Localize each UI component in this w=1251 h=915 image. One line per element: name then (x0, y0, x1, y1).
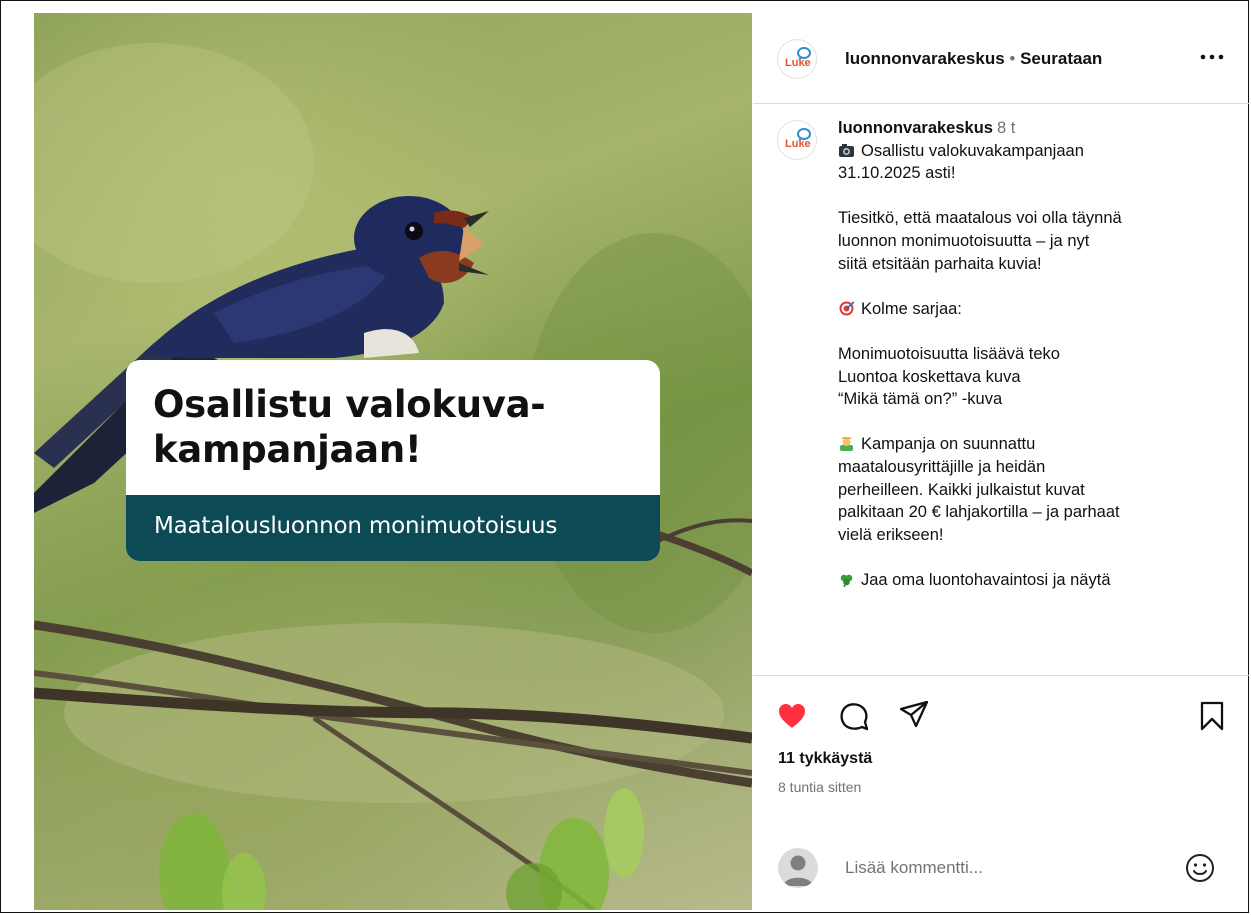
follow-status-button[interactable]: Seurataan (1020, 49, 1102, 68)
comment-input[interactable] (845, 855, 1145, 881)
clover-emoji-icon (840, 574, 853, 587)
scrollbar[interactable] (1227, 104, 1249, 675)
caption-line-text: Monimuotoisuutta lisäävä teko (838, 344, 1060, 363)
caption-scroll-area[interactable]: Luke luonnonvarakeskus 8 t Osallistu valo… (753, 104, 1249, 675)
likes-count[interactable]: 11 tykkäystä (778, 750, 872, 768)
image-subtitle: Maatalousluonnon monimuotoisuus (154, 513, 558, 539)
caption-gap (838, 185, 1210, 208)
svg-text:Luke: Luke (785, 57, 811, 69)
post-side-panel: Luke luonnonvarakeskus • Seurataan Luke (753, 13, 1249, 910)
svg-text:Luke: Luke (785, 138, 811, 150)
caption-line-text: vielä erikseen! (838, 525, 944, 544)
caption-line: Jaa oma luontohavaintosi ja näytä (838, 569, 1210, 592)
caption-line: Tiesitkö, että maatalous voi olla täynnä (838, 207, 1210, 230)
caption-avatar[interactable]: Luke (777, 120, 817, 160)
more-horizontal-icon[interactable] (1199, 47, 1225, 67)
caption-line: “Mikä tämä on?” -kuva (838, 388, 1210, 411)
user-avatar (778, 848, 818, 888)
add-comment-bar (753, 833, 1249, 910)
header-title: luonnonvarakeskus • Seurataan (845, 49, 1102, 69)
caption-line: Luontoa koskettava kuva (838, 366, 1210, 389)
caption-line-text: siitä etsitään parhaita kuvia! (838, 254, 1042, 273)
caption-line: 31.10.2025 asti! (838, 162, 1210, 185)
caption-line-text: Osallistu valokuvakampanjaan (861, 141, 1084, 160)
emoji-smile-icon[interactable] (1183, 851, 1217, 885)
caption-gap (838, 275, 1210, 298)
comment-icon[interactable] (838, 700, 870, 732)
heart-filled-icon[interactable] (776, 700, 808, 732)
caption-time[interactable]: 8 t (997, 119, 1015, 137)
caption-line-text: Jaa oma luontohavaintosi ja näytä (861, 570, 1111, 589)
caption-line: Kampanja on suunnattu (838, 433, 1210, 456)
caption-line-text: Kampanja on suunnattu (861, 435, 1036, 454)
post-time-ago[interactable]: 8 tuntia sitten (778, 779, 861, 795)
caption-line-text: perheilleen. Kaikki julkaistut kuvat (838, 480, 1085, 499)
farmer-emoji-icon (840, 437, 853, 452)
window-frame: Osallistu valokuva-kampanjaan! Maatalous… (0, 0, 1249, 913)
caption-line-text: Luontoa koskettava kuva (838, 367, 1021, 386)
caption-lines: Osallistu valokuvakampanjaan 31.10.2025 a… (838, 140, 1210, 592)
caption-line-text: Tiesitkö, että maatalous voi olla täynnä (838, 209, 1122, 228)
header-username[interactable]: luonnonvarakeskus (845, 49, 1005, 68)
caption-line-text: maatalousyrittäjille ja heidän (838, 457, 1046, 476)
caption-line: vielä erikseen! (838, 524, 1210, 547)
caption-line: palkitaan 20 € lahjakortilla – ja parhaa… (838, 501, 1210, 524)
luke-logo-icon: Luke (785, 47, 811, 69)
caption-line-text: Kolme sarjaa: (861, 299, 962, 318)
caption-line: perheilleen. Kaikki julkaistut kuvat (838, 479, 1210, 502)
caption-line-text: “Mikä tämä on?” -kuva (838, 390, 1003, 409)
bookmark-icon[interactable] (1196, 700, 1228, 732)
post-image[interactable]: Osallistu valokuva-kampanjaan! Maatalous… (34, 13, 752, 910)
caption-line-text: palkitaan 20 € lahjakortilla – ja parhaa… (838, 503, 1120, 522)
default-user-icon (783, 855, 813, 886)
camera-emoji-icon (839, 143, 854, 157)
caption-line: Monimuotoisuutta lisäävä teko (838, 343, 1210, 366)
account-avatar[interactable]: Luke (777, 39, 817, 79)
header-separator: • (1009, 49, 1016, 68)
caption-line: Osallistu valokuvakampanjaan (838, 140, 1210, 163)
target-emoji-icon (839, 301, 855, 316)
caption-gap (838, 546, 1210, 569)
caption-username[interactable]: luonnonvarakeskus (838, 119, 993, 137)
subtitle-bar: Maatalousluonnon monimuotoisuus (126, 495, 660, 561)
image-headline: Osallistu valokuva-kampanjaan! (153, 383, 546, 471)
caption-line-text: 31.10.2025 asti! (838, 164, 956, 183)
caption-line: maatalousyrittäjille ja heidän (838, 456, 1210, 479)
caption-text: luonnonvarakeskus 8 t Osallistu valokuvak… (838, 117, 1210, 591)
luke-logo-icon: Luke (785, 128, 811, 150)
share-icon[interactable] (898, 698, 930, 730)
caption-line: Kolme sarjaa: (838, 298, 1210, 321)
headline-card: Osallistu valokuva-kampanjaan! (126, 360, 660, 495)
post-actions: 11 tykkäystä 8 tuntia sitten (753, 675, 1249, 811)
caption-gap (838, 320, 1210, 343)
caption-line: luonnon monimuotoisuutta – ja nyt (838, 230, 1210, 253)
post-header: Luke luonnonvarakeskus • Seurataan (753, 13, 1249, 104)
caption-line: siitä etsitään parhaita kuvia! (838, 253, 1210, 276)
caption-gap (838, 411, 1210, 434)
caption-line-text: luonnon monimuotoisuutta – ja nyt (838, 231, 1090, 250)
